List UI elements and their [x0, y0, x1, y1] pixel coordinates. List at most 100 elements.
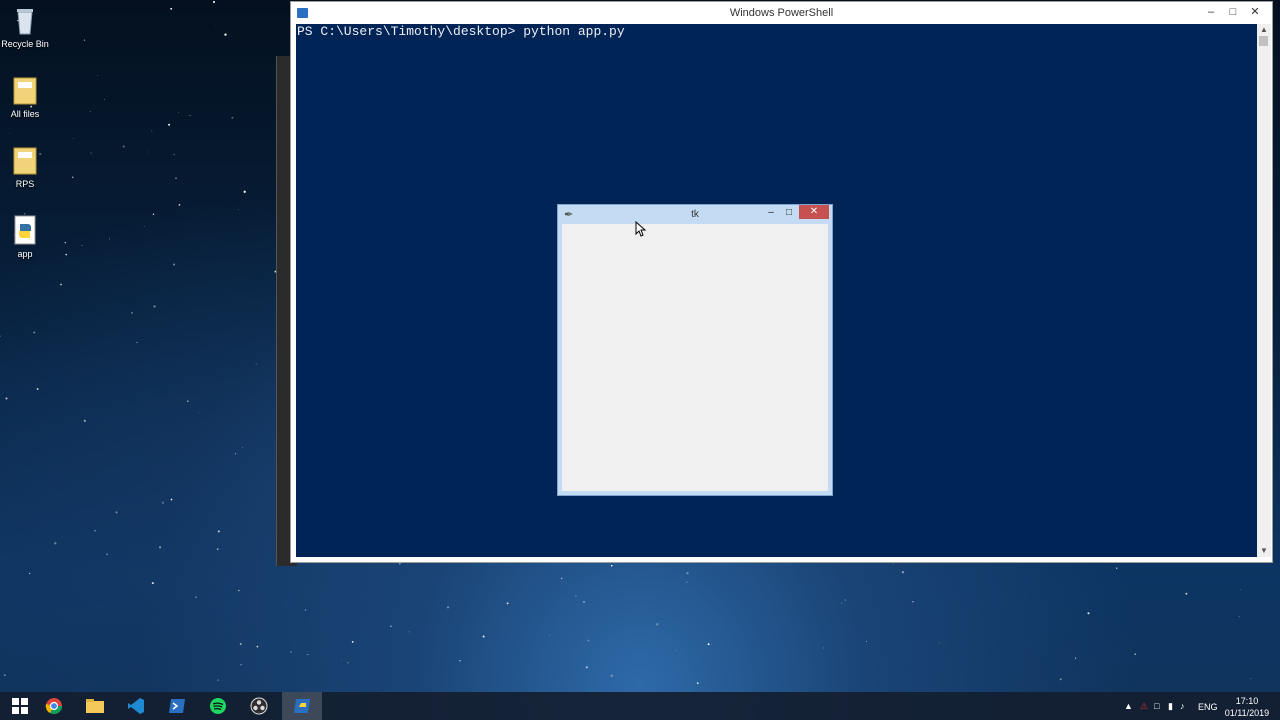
- console-command-line: PS C:\Users\Timothy\desktop> python app.…: [297, 24, 625, 39]
- star-dot: [686, 572, 689, 575]
- vscode-icon: [128, 698, 144, 714]
- tk-maximize-button[interactable]: □: [780, 206, 798, 220]
- recycle-bin-icon: [17, 9, 33, 35]
- star-dot: [216, 548, 219, 551]
- star-dot: [1074, 657, 1077, 659]
- star-dot: [304, 609, 307, 611]
- star-dot: [212, 0, 216, 4]
- star-dot: [97, 75, 99, 77]
- star-dot: [892, 563, 894, 564]
- vertical-scrollbar[interactable]: ▲ ▼: [1257, 24, 1271, 557]
- scroll-up-arrow-icon[interactable]: ▲: [1257, 24, 1271, 36]
- star-dot: [256, 645, 259, 648]
- star-dot: [158, 546, 162, 549]
- minimize-button[interactable]: –: [1200, 4, 1222, 20]
- desktop-icon-app[interactable]: app: [0, 214, 50, 259]
- star-dot: [224, 33, 227, 36]
- star-dot: [33, 331, 36, 334]
- star-dot: [90, 152, 92, 154]
- star-dot: [215, 25, 217, 27]
- desktop-icon-rps[interactable]: RPS: [0, 144, 50, 189]
- star-dot: [675, 650, 677, 652]
- star-dot: [1240, 589, 1242, 590]
- scrollbar-thumb[interactable]: [1259, 36, 1268, 46]
- desktop-icon-label: All files: [10, 109, 40, 119]
- powershell-icon: [169, 699, 185, 713]
- star-dot: [938, 642, 940, 644]
- clock-time[interactable]: 17:10: [1224, 696, 1270, 706]
- tk-close-button[interactable]: ✕: [799, 205, 829, 219]
- maximize-button[interactable]: □: [1222, 4, 1244, 20]
- star-dot: [5, 397, 8, 400]
- star-dot: [585, 666, 588, 669]
- star-dot: [307, 654, 309, 656]
- star-dot: [81, 244, 83, 246]
- star-dot: [240, 664, 242, 666]
- star-dot: [173, 153, 175, 156]
- star-dot: [912, 601, 914, 603]
- star-dot: [347, 662, 349, 664]
- taskbar-spotify[interactable]: [198, 692, 238, 720]
- star-dot: [198, 412, 200, 414]
- tk-window[interactable]: ✒ tk – □ ✕: [557, 204, 833, 496]
- star-dot: [583, 601, 585, 603]
- scroll-down-arrow-icon[interactable]: ▼: [1257, 545, 1271, 557]
- star-dot: [3, 674, 6, 676]
- taskbar-vscode[interactable]: [116, 692, 156, 720]
- star-dot: [234, 453, 236, 455]
- star-dot: [376, 688, 378, 690]
- star-dot: [841, 602, 843, 604]
- python-icon: [294, 699, 310, 713]
- desktop-icon-label: RPS: [15, 179, 35, 189]
- clock-date[interactable]: 01/11/2019: [1222, 708, 1272, 718]
- star-dot: [161, 501, 164, 504]
- star-dot: [175, 177, 177, 180]
- notification-icon[interactable]: □: [1154, 701, 1159, 711]
- mouse-cursor-icon: [635, 221, 647, 237]
- desktop-icon-all-files[interactable]: All files: [0, 74, 50, 119]
- tk-client-area[interactable]: [562, 224, 828, 491]
- star-dot: [408, 631, 410, 633]
- taskbar-file-explorer[interactable]: [75, 692, 115, 720]
- star-dot: [151, 130, 153, 132]
- star-dot: [0, 335, 1, 337]
- star-dot: [1250, 678, 1252, 680]
- star-dot: [399, 562, 401, 565]
- taskbar-python-active[interactable]: [282, 692, 322, 720]
- star-dot: [54, 542, 57, 545]
- close-button[interactable]: ✕: [1244, 4, 1266, 20]
- star-dot: [506, 602, 509, 605]
- star-dot: [686, 581, 688, 583]
- taskbar-chrome[interactable]: [34, 692, 74, 720]
- star-dot: [1134, 653, 1136, 655]
- taskbar-powershell-pinned[interactable]: [157, 692, 197, 720]
- star-dot: [865, 640, 867, 642]
- battery-icon[interactable]: ▮: [1168, 701, 1173, 712]
- star-dot: [151, 582, 154, 585]
- desktop-icon-recycle-bin[interactable]: Recycle Bin: [0, 4, 50, 49]
- star-dot: [1238, 615, 1240, 618]
- star-dot: [72, 138, 74, 139]
- star-dot: [587, 639, 590, 642]
- show-hidden-icons-icon[interactable]: ▲: [1124, 701, 1133, 711]
- star-dot: [122, 145, 125, 148]
- star-dot: [217, 679, 219, 681]
- file-explorer-icon: [86, 699, 104, 713]
- star-dot: [173, 263, 176, 266]
- star-dot: [94, 529, 96, 532]
- powershell-titlebar[interactable]: Windows PowerShell – □ ✕: [291, 2, 1272, 24]
- star-dot: [153, 305, 156, 308]
- star-dot: [89, 111, 91, 112]
- network-warning-icon[interactable]: ⚠: [1140, 701, 1148, 712]
- taskbar-obs[interactable]: [239, 692, 279, 720]
- star-dot: [1059, 678, 1062, 681]
- star-dot: [109, 238, 111, 240]
- star-dot: [610, 564, 613, 567]
- star-dot: [60, 283, 62, 286]
- volume-icon[interactable]: ♪: [1180, 701, 1185, 711]
- language-indicator[interactable]: ENG: [1198, 702, 1218, 712]
- tk-minimize-button[interactable]: –: [762, 206, 780, 220]
- star-dot: [1087, 612, 1090, 615]
- tk-titlebar[interactable]: ✒ tk – □ ✕: [558, 205, 832, 224]
- star-dot: [575, 595, 577, 597]
